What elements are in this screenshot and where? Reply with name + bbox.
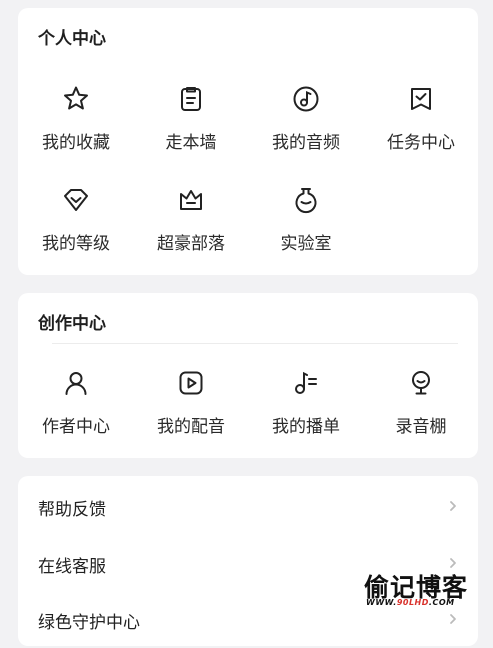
- flag-check-icon: [411, 88, 431, 110]
- grid-item-label: 超豪部落: [157, 234, 225, 254]
- creation-center-card: 创作中心 作者中心 我的配音 我的播单 录音棚: [18, 293, 478, 458]
- my-level-item[interactable]: 我的等级: [18, 185, 134, 254]
- grid-item-label: 我的音频: [272, 133, 340, 153]
- my-playlist-item[interactable]: 我的播单: [248, 368, 364, 437]
- grid-item-label: 作者中心: [42, 417, 110, 437]
- task-center-item[interactable]: 任务中心: [363, 84, 479, 153]
- user-icon: [65, 372, 87, 395]
- grid-item-label: 走本墙: [165, 133, 217, 153]
- grid-item-label: 我的播单: [272, 417, 340, 437]
- chevron-right-icon: [450, 501, 456, 511]
- music-note-icon: [293, 86, 319, 112]
- flask-icon: [295, 188, 317, 214]
- clipboard-icon: [181, 87, 201, 111]
- vip-tribe-item[interactable]: 超豪部落: [133, 185, 249, 254]
- grid-item-label: 任务中心: [387, 133, 455, 153]
- menu-card: 帮助反馈 在线客服 绿色守护中心: [18, 476, 478, 646]
- diamond-badge-icon: [64, 189, 88, 211]
- story-wall-item[interactable]: 走本墙: [133, 84, 249, 153]
- star-icon: [64, 86, 88, 110]
- row-label: 帮助反馈: [38, 500, 106, 520]
- help-feedback-row[interactable]: 帮助反馈: [18, 479, 478, 535]
- chevron-right-icon: [450, 614, 456, 624]
- my-dubbing-item[interactable]: 我的配音: [133, 368, 249, 437]
- microphone-icon: [412, 371, 430, 395]
- recording-studio-item[interactable]: 录音棚: [363, 368, 479, 437]
- play-icon: [179, 371, 203, 395]
- grid-item-label: 我的等级: [42, 234, 110, 254]
- my-audio-item[interactable]: 我的音频: [248, 84, 364, 153]
- grid-item-label: 录音棚: [395, 417, 447, 437]
- row-label: 绿色守护中心: [38, 613, 140, 633]
- grid-item-label: 实验室: [280, 234, 332, 254]
- row-label: 在线客服: [38, 557, 106, 577]
- watermark-url-highlight: 90LHD: [396, 598, 429, 607]
- grid-item-label: 我的配音: [157, 417, 225, 437]
- personal-center-card: 个人中心 我的收藏 走本墙 我的音频 任务中心 我的等级 超豪部落 实验室: [18, 8, 478, 275]
- playlist-icon: [295, 371, 317, 394]
- watermark-url-prefix: WWW.: [366, 598, 397, 607]
- divider: [52, 343, 458, 344]
- grid-item-label: 我的收藏: [42, 133, 110, 153]
- creation-center-title: 创作中心: [38, 314, 106, 334]
- lab-item[interactable]: 实验室: [248, 185, 364, 254]
- my-favorites-item[interactable]: 我的收藏: [18, 84, 134, 153]
- watermark-url: WWW.90LHD.COM: [366, 598, 455, 607]
- watermark-url-suffix: .COM: [428, 598, 455, 607]
- author-center-item[interactable]: 作者中心: [18, 368, 134, 437]
- personal-center-title: 个人中心: [38, 29, 106, 49]
- crown-icon: [180, 190, 202, 210]
